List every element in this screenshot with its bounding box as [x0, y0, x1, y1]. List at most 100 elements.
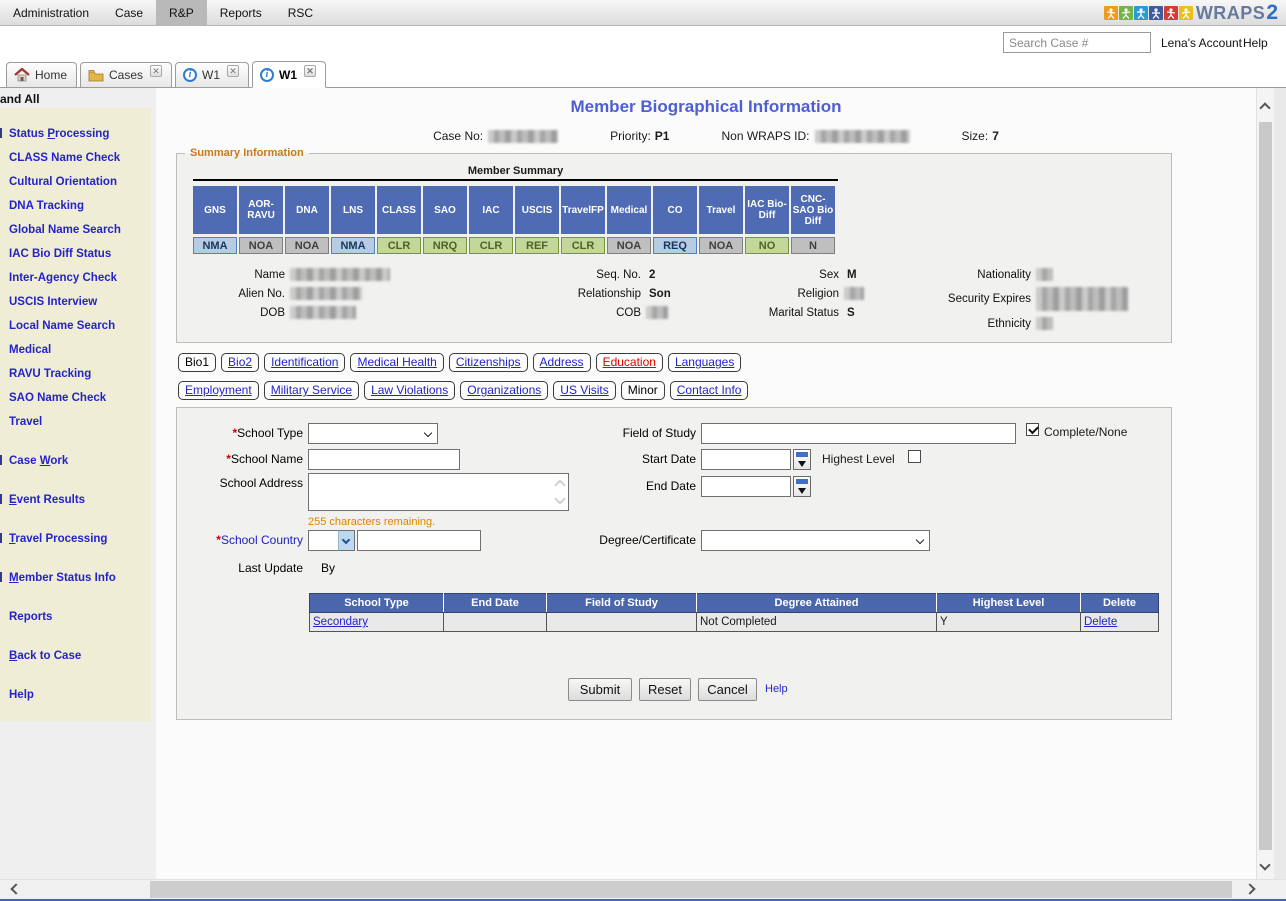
sidebar-item[interactable]: Member Status Info: [9, 570, 147, 585]
sidebar-link[interactable]: Travel Processing: [9, 533, 107, 545]
start-date-input[interactable]: [701, 449, 791, 470]
highest-level-checkbox[interactable]: [908, 450, 921, 463]
school-address-textarea[interactable]: [308, 473, 569, 511]
vertical-scrollbar-thumb[interactable]: [1259, 122, 1272, 850]
school-name-input[interactable]: [308, 449, 460, 470]
search-case-input[interactable]: [1003, 32, 1151, 53]
bio-section-tab[interactable]: Minor: [621, 381, 665, 400]
vertical-scrollbar[interactable]: [1256, 88, 1274, 879]
bio-section-tab[interactable]: Identification: [264, 353, 345, 372]
delete-link[interactable]: Delete: [1084, 616, 1117, 628]
sidebar-link[interactable]: Local Name Search: [9, 320, 115, 332]
account-link[interactable]: Lena's Account: [1161, 36, 1242, 50]
sidebar-link[interactable]: SAO Name Check: [9, 392, 106, 404]
sidebar-link[interactable]: Member Status Info: [9, 572, 116, 584]
sidebar-link[interactable]: Help: [9, 689, 34, 701]
sidebar-item[interactable]: Reports: [9, 609, 147, 624]
scroll-left-arrow-icon[interactable]: [10, 883, 21, 894]
close-tab-icon[interactable]: ✕: [227, 65, 239, 77]
close-tab-icon[interactable]: ✕: [150, 65, 162, 77]
bio-section-tab[interactable]: Employment: [178, 381, 259, 400]
bio-section-tab[interactable]: Medical Health: [350, 353, 443, 372]
scroll-down-icon[interactable]: [554, 494, 565, 505]
reset-button[interactable]: Reset: [639, 678, 691, 701]
sidebar-link[interactable]: Status Processing: [9, 128, 109, 140]
end-date-input[interactable]: [701, 476, 791, 497]
tab-w1-active[interactable]: i W1 ✕: [252, 61, 326, 88]
sidebar-item[interactable]: Event Results: [9, 492, 147, 507]
bio-section-tab[interactable]: Contact Info: [670, 381, 749, 400]
sidebar-link[interactable]: Travel: [9, 416, 42, 428]
menu-item-case[interactable]: Case: [102, 0, 156, 25]
school-country-dropdown-button[interactable]: [338, 530, 355, 551]
sidebar-item[interactable]: Global Name Search: [9, 222, 147, 237]
sidebar-item[interactable]: Case Work: [9, 453, 147, 468]
sidebar-item[interactable]: DNA Tracking: [9, 198, 147, 213]
sidebar-item[interactable]: Medical: [9, 342, 147, 357]
bio-section-tab[interactable]: Law Violations: [364, 381, 455, 400]
expand-all-link[interactable]: Expand All: [0, 88, 156, 108]
bio-section-tab[interactable]: US Visits: [553, 381, 615, 400]
sidebar-link[interactable]: DNA Tracking: [9, 200, 84, 212]
sidebar-item[interactable]: Status Processing: [9, 126, 147, 141]
sidebar-item[interactable]: RAVU Tracking: [9, 366, 147, 381]
sidebar-link[interactable]: CLASS Name Check: [9, 152, 120, 164]
sidebar-item[interactable]: IAC Bio Diff Status: [9, 246, 147, 261]
sidebar-item[interactable]: SAO Name Check: [9, 390, 147, 405]
menu-item-rp[interactable]: R&P: [156, 0, 207, 25]
scroll-right-arrow-icon[interactable]: [1244, 883, 1255, 894]
start-date-calendar-button[interactable]: [793, 449, 811, 470]
sidebar-link[interactable]: Case Work: [9, 455, 68, 467]
school-type-link[interactable]: Secondary: [313, 616, 368, 628]
bio-section-tab[interactable]: Languages: [668, 353, 741, 372]
sidebar-item[interactable]: Local Name Search: [9, 318, 147, 333]
sidebar-item[interactable]: Back to Case: [9, 648, 147, 663]
school-country-input[interactable]: [357, 530, 481, 551]
sidebar-link[interactable]: Event Results: [9, 494, 85, 506]
end-date-calendar-button[interactable]: [793, 476, 811, 497]
horizontal-scrollbar[interactable]: [0, 879, 1286, 899]
school-country-code-select[interactable]: [308, 530, 339, 551]
school-type-select[interactable]: [308, 423, 438, 444]
cancel-button[interactable]: Cancel: [698, 678, 757, 701]
tab-home[interactable]: Home: [6, 62, 77, 87]
sidebar-item[interactable]: CLASS Name Check: [9, 150, 147, 165]
menu-item-administration[interactable]: Administration: [0, 0, 102, 25]
sidebar-link[interactable]: Cultural Orientation: [9, 176, 117, 188]
sidebar-link[interactable]: Medical: [9, 344, 51, 356]
sidebar-item[interactable]: Travel Processing: [9, 531, 147, 546]
sidebar-link[interactable]: USCIS Interview: [9, 296, 97, 308]
sidebar-item[interactable]: Help: [9, 687, 147, 702]
menu-item-rsc[interactable]: RSC: [275, 0, 326, 25]
scroll-down-arrow-icon[interactable]: [1259, 859, 1270, 870]
submit-button[interactable]: Submit: [568, 678, 632, 701]
bio-section-tab[interactable]: Address: [533, 353, 591, 372]
sidebar-link[interactable]: Back to Case: [9, 650, 81, 662]
sidebar-link[interactable]: Global Name Search: [9, 224, 121, 236]
sidebar-link[interactable]: Inter-Agency Check: [9, 272, 117, 284]
help-link[interactable]: Help: [1243, 36, 1268, 50]
sidebar-link[interactable]: IAC Bio Diff Status: [9, 248, 111, 260]
horizontal-scrollbar-thumb[interactable]: [150, 881, 1232, 898]
field-of-study-input[interactable]: [701, 423, 1016, 444]
bio-section-tab[interactable]: Organizations: [460, 381, 548, 400]
scroll-up-arrow-icon[interactable]: [1259, 102, 1270, 113]
bio-section-tab[interactable]: Citizenships: [449, 353, 528, 372]
degree-certificate-select[interactable]: [701, 530, 930, 551]
sidebar-link[interactable]: Reports: [9, 611, 52, 623]
sidebar-item[interactable]: USCIS Interview: [9, 294, 147, 309]
menu-item-reports[interactable]: Reports: [207, 0, 275, 25]
bio-section-tab[interactable]: Education: [596, 353, 663, 372]
sidebar-item[interactable]: Inter-Agency Check: [9, 270, 147, 285]
bio-section-tab[interactable]: Bio1: [178, 353, 216, 372]
sidebar-item[interactable]: Travel: [9, 414, 147, 429]
tab-cases[interactable]: Cases ✕: [80, 62, 172, 87]
form-help-link[interactable]: Help: [765, 683, 788, 695]
tab-w1-first[interactable]: i W1 ✕: [175, 62, 249, 87]
sidebar-link[interactable]: RAVU Tracking: [9, 368, 91, 380]
complete-none-checkbox[interactable]: [1026, 423, 1039, 436]
close-tab-icon[interactable]: ✕: [304, 65, 316, 77]
bio-section-tab[interactable]: Bio2: [221, 353, 259, 372]
bio-section-tab[interactable]: Military Service: [264, 381, 359, 400]
sidebar-item[interactable]: Cultural Orientation: [9, 174, 147, 189]
